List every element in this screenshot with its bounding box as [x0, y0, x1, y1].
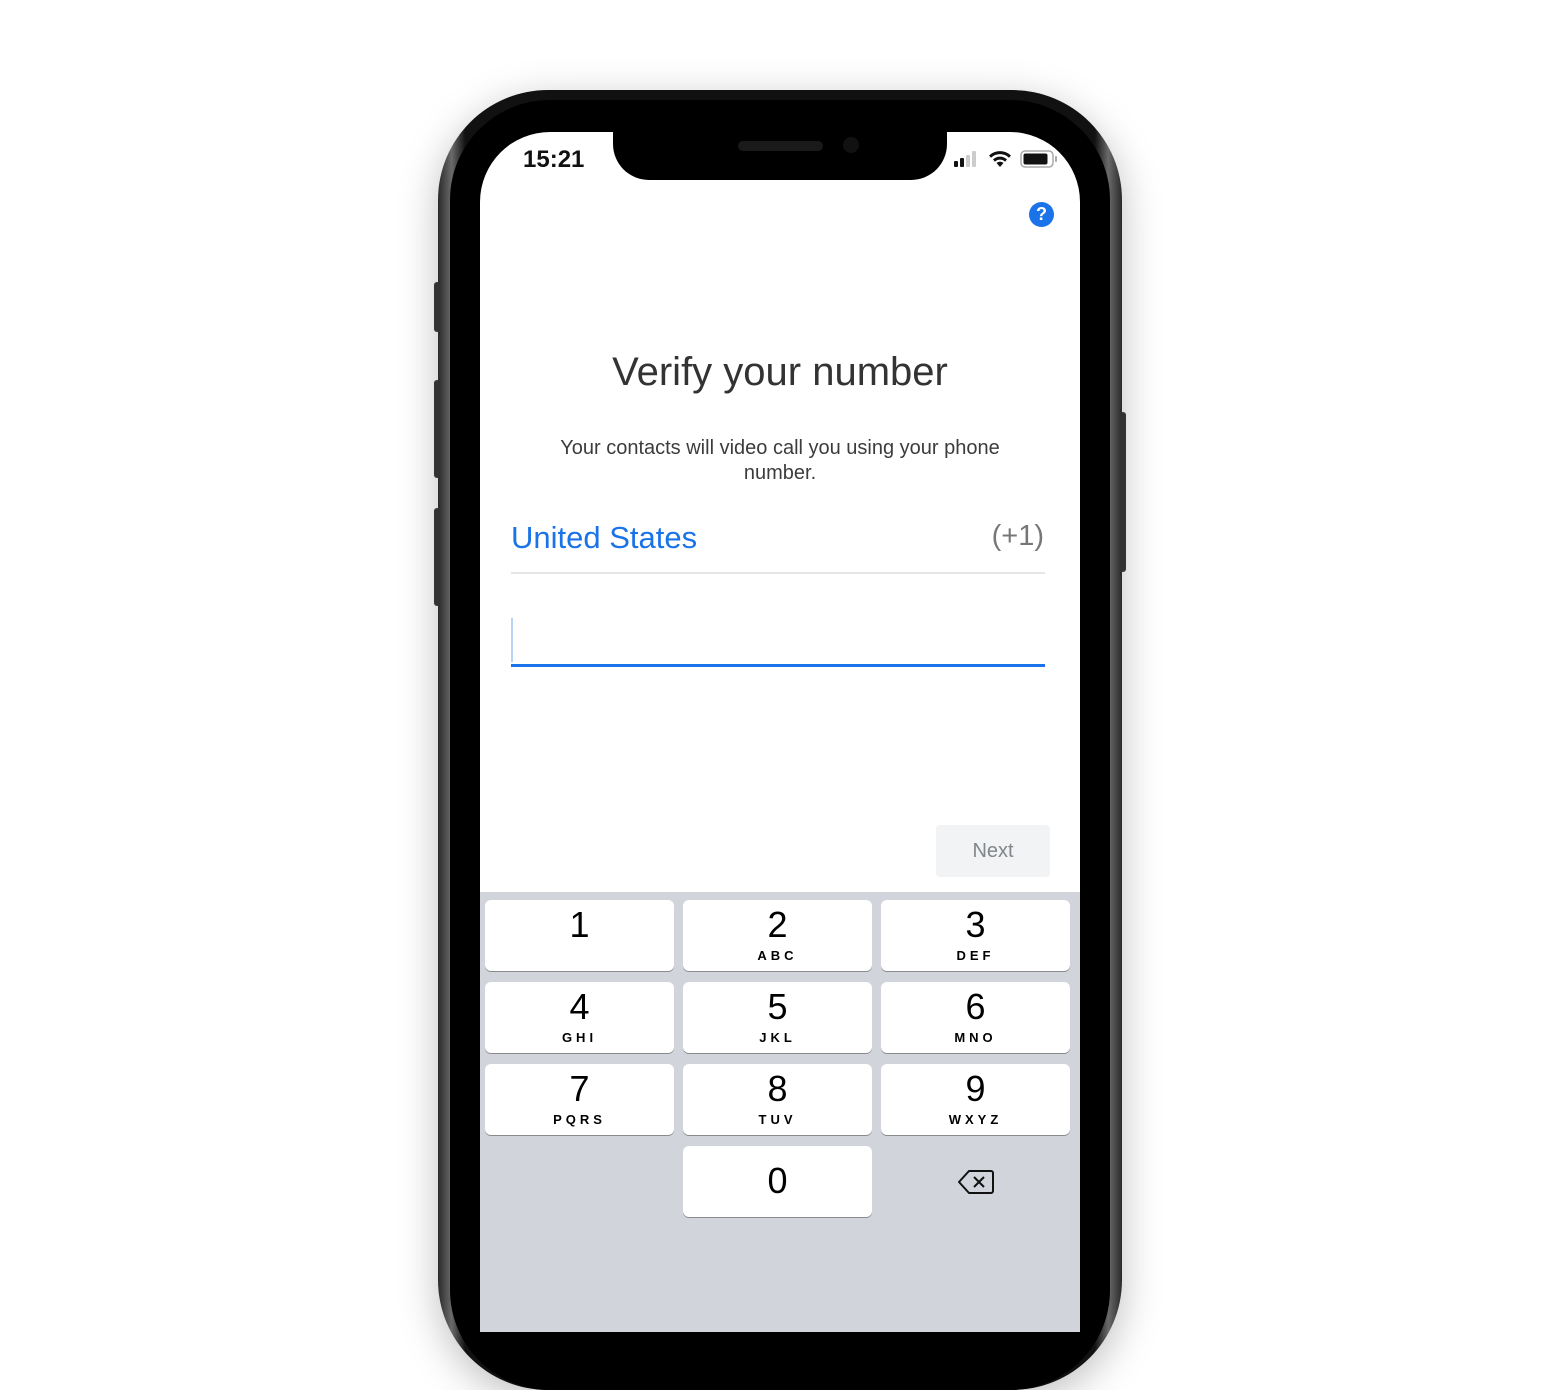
key-letters: TUV	[758, 1112, 797, 1127]
divider	[511, 572, 1045, 574]
key-8[interactable]: 8 TUV	[683, 1064, 872, 1135]
key-digit: 2	[767, 904, 788, 945]
key-letters: MNO	[954, 1030, 997, 1045]
page-subtitle: Your contacts will video call you using …	[560, 437, 1000, 484]
key-letters: ABC	[757, 948, 798, 963]
phone-screen: 15:21 ? Verify your number Your contacts…	[480, 132, 1080, 1332]
status-icons	[954, 150, 1058, 168]
key-digit: 4	[569, 986, 590, 1027]
help-icon[interactable]: ?	[1029, 202, 1054, 227]
delete-key[interactable]	[881, 1146, 1070, 1217]
status-time: 15:21	[523, 146, 585, 173]
battery-icon	[1020, 150, 1057, 168]
power-button	[1120, 412, 1126, 572]
wifi-icon	[989, 151, 1011, 167]
key-letters: JKL	[759, 1030, 796, 1045]
volume-down-button	[434, 508, 440, 606]
numeric-keypad: 1 2 ABC 3 DEF 4 GHI 5 JKL 6 MNO 7 PQRS 8 TUV 9 WXYZ 0	[480, 892, 1080, 1332]
country-code: (+1)	[991, 520, 1044, 552]
notch	[613, 132, 947, 180]
key-letters: WXYZ	[948, 1112, 1003, 1127]
key-4[interactable]: 4 GHI	[485, 982, 674, 1053]
key-0[interactable]: 0	[683, 1146, 872, 1217]
key-digit: 1	[569, 904, 590, 945]
key-digit: 6	[965, 986, 986, 1027]
key-7[interactable]: 7 PQRS	[485, 1064, 674, 1135]
phone-number-input[interactable]	[511, 614, 1045, 667]
key-letters: DEF	[956, 948, 995, 963]
country-selector[interactable]: United States	[511, 520, 697, 556]
key-digit: 3	[965, 904, 986, 945]
key-digit: 9	[965, 1068, 986, 1109]
backspace-icon	[957, 1169, 994, 1194]
key-letters: GHI	[561, 1030, 598, 1045]
key-digit: 8	[767, 1068, 788, 1109]
key-digit: 7	[569, 1068, 590, 1109]
page-title: Verify your number	[612, 350, 948, 394]
key-letters: PQRS	[553, 1112, 606, 1127]
mute-switch	[434, 282, 440, 332]
key-digit: 5	[767, 986, 788, 1027]
cellular-signal-icon	[954, 151, 976, 167]
key-digit: 0	[767, 1160, 788, 1201]
key-5[interactable]: 5 JKL	[683, 982, 872, 1053]
speaker	[738, 141, 823, 151]
volume-up-button	[434, 380, 440, 478]
next-button[interactable]: Next	[936, 825, 1050, 877]
key-6[interactable]: 6 MNO	[881, 982, 1070, 1053]
camera	[843, 137, 859, 153]
key-9[interactable]: 9 WXYZ	[881, 1064, 1070, 1135]
text-cursor	[511, 618, 513, 662]
key-3[interactable]: 3 DEF	[881, 900, 1070, 971]
key-2[interactable]: 2 ABC	[683, 900, 872, 971]
key-1[interactable]: 1	[485, 900, 674, 971]
